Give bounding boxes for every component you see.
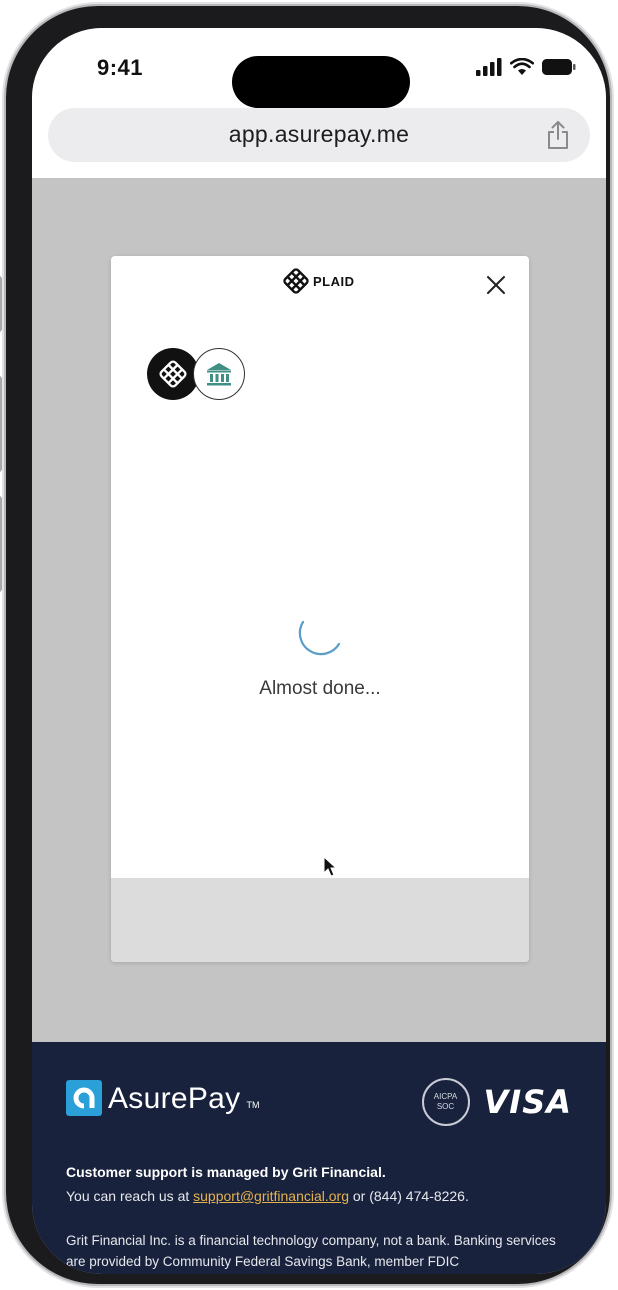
support-prefix: You can reach us at (66, 1188, 194, 1204)
plaid-pattern-icon (159, 360, 187, 388)
mouse-cursor-icon (323, 856, 338, 877)
plaid-wordmark: PLAID (313, 273, 355, 289)
plaid-logo: PLAID (283, 268, 355, 294)
support-contact: You can reach us at support@gritfinancia… (66, 1188, 469, 1204)
plaid-link-modal: PLAID Almost done... (111, 256, 529, 962)
side-button-action (0, 276, 2, 332)
share-icon[interactable] (546, 120, 570, 150)
cellular-signal-icon (476, 58, 502, 76)
modal-footer (111, 878, 529, 962)
brand-name: AsurePay (108, 1082, 241, 1115)
url-text[interactable]: app.asurepay.me (48, 121, 590, 148)
aicpa-soc-badge: AICPA SOC (421, 1078, 470, 1126)
dynamic-island (232, 56, 410, 108)
loading-spinner (298, 620, 341, 656)
asurepay-logo-icon (66, 1080, 102, 1116)
support-email-link[interactable]: support@gritfinancial.org (193, 1188, 349, 1204)
asurepay-logo: AsurePay TM (66, 1080, 259, 1116)
battery-icon (542, 59, 576, 75)
support-heading: Customer support is managed by Grit Fina… (66, 1164, 386, 1180)
loading-message: Almost done... (259, 678, 381, 699)
trademark-mark: TM (246, 1100, 260, 1110)
legal-disclaimer: Grit Financial Inc. is a financial techn… (66, 1233, 556, 1269)
browser-top-bar: 9:41 app.asurepay.me (32, 28, 606, 178)
support-suffix: or (844) 474-8226. (349, 1188, 469, 1204)
bank-icon (207, 363, 231, 386)
status-time: 9:41 (97, 55, 144, 80)
certification-badges: AICPA SOC VISA (421, 1078, 572, 1126)
wifi-icon (510, 58, 534, 75)
side-button-volume-up (0, 376, 2, 472)
screen: 9:41 app.asurepay.me PLAID Almost done..… (32, 28, 606, 1274)
address-bar[interactable]: app.asurepay.me (48, 108, 590, 162)
plaid-logo-icon (283, 268, 309, 294)
side-button-volume-down (0, 496, 2, 592)
phone-frame: 9:41 app.asurepay.me PLAID Almost done..… (0, 6, 610, 1284)
visa-logo: VISA (483, 1083, 572, 1121)
status-icons (476, 58, 576, 76)
close-icon[interactable] (485, 274, 507, 296)
soc-label: SOC (436, 1102, 455, 1111)
plaid-avatar (147, 348, 199, 400)
site-footer: AsurePay TM AICPA SOC VISA Customer supp… (32, 1042, 606, 1274)
institution-avatar (193, 348, 245, 400)
aicpa-label: AICPA (433, 1092, 458, 1101)
